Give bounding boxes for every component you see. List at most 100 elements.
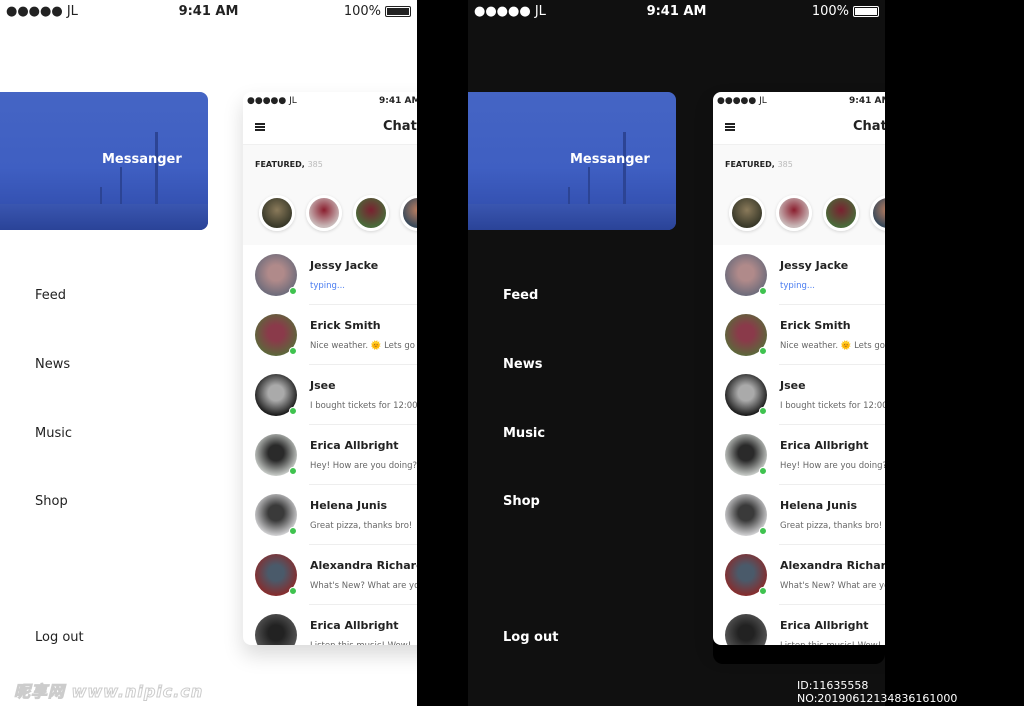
- clock: 9:41 AM: [178, 3, 239, 19]
- story-avatar[interactable]: [776, 195, 812, 231]
- avatar: [725, 254, 767, 296]
- menu-item-news[interactable]: News: [35, 357, 70, 372]
- app-title: Messanger: [570, 152, 650, 167]
- light-theme-panel: ●●●●● JL 9:41 AM 100% Messanger Feed News M…: [0, 0, 417, 706]
- chat-list-item[interactable]: Alexandra Richard What's New? What are yo…: [713, 545, 885, 605]
- clock: 9:41 AM: [379, 95, 417, 106]
- last-message: Listen this music! Wow!: [310, 641, 411, 645]
- featured-count: 385: [307, 160, 323, 169]
- contact-name: Jessy Jacke: [780, 259, 849, 272]
- contact-name: Alexandra Richard: [780, 559, 885, 572]
- avatar: [725, 374, 767, 416]
- profile-banner[interactable]: Messanger: [0, 92, 208, 230]
- avatar: [255, 554, 297, 596]
- avatar: [255, 254, 297, 296]
- contact-name: Jessy Jacke: [310, 259, 379, 272]
- last-message: I bought tickets for 12:00: [780, 401, 885, 411]
- online-indicator: [289, 407, 297, 415]
- chat-phone-preview: ●●●●● JL 9:41 AM Chat FEATURED, 385 Jessy…: [713, 92, 885, 645]
- last-message: typing...: [780, 281, 816, 291]
- profile-banner[interactable]: Messanger: [468, 92, 676, 230]
- dark-theme-panel: ●●●●● JL 9:41 AM 100% Messanger Feed News M…: [468, 0, 885, 706]
- chat-list-item[interactable]: Erica Allbright Listen this music! Wow!: [243, 605, 417, 645]
- last-message: Great pizza, thanks bro!: [310, 521, 413, 531]
- online-indicator: [289, 467, 297, 475]
- menu-item-music[interactable]: Music: [35, 426, 72, 441]
- last-message: Great pizza, thanks bro!: [780, 521, 883, 531]
- avatar: [255, 494, 297, 536]
- online-indicator: [289, 287, 297, 295]
- last-message: Listen this music! Wow!: [780, 641, 881, 645]
- featured-section: FEATURED, 385: [713, 145, 885, 245]
- featured-section: FEATURED, 385: [243, 145, 417, 245]
- chat-list-item[interactable]: Erick Smith Nice weather. 🌞 Lets go: [243, 305, 417, 365]
- status-bar: ●●●●● JL 9:41 AM 100%: [0, 0, 417, 22]
- last-message: Hey! How are you doing?: [310, 461, 417, 471]
- menu-item-music[interactable]: Music: [503, 426, 545, 441]
- contact-name: Helena Junis: [780, 499, 858, 512]
- phone-status-bar: ●●●●● JL 9:41 AM: [713, 92, 885, 109]
- contact-name: Alexandra Richard: [310, 559, 417, 572]
- featured-label: FEATURED,: [725, 160, 775, 169]
- story-avatar[interactable]: [400, 195, 417, 231]
- menu-item-news[interactable]: News: [503, 357, 542, 372]
- contact-name: Jsee: [780, 379, 806, 392]
- online-indicator: [759, 527, 767, 535]
- app-title: Messanger: [102, 152, 182, 167]
- chat-list-item[interactable]: Jsee I bought tickets for 12:00: [713, 365, 885, 425]
- clock: 9:41 AM: [849, 95, 885, 106]
- chat-list-item[interactable]: Helena Junis Great pizza, thanks bro!: [243, 485, 417, 545]
- chat-list-item[interactable]: Jessy Jacke typing...: [713, 245, 885, 305]
- online-indicator: [759, 407, 767, 415]
- chat-list-item[interactable]: Jessy Jacke typing...: [243, 245, 417, 305]
- chat-list-item[interactable]: Helena Junis Great pizza, thanks bro!: [713, 485, 885, 545]
- logout-button[interactable]: Log out: [35, 630, 84, 645]
- contact-name: Jsee: [310, 379, 336, 392]
- hamburger-menu-icon[interactable]: [255, 122, 265, 131]
- last-message: I bought tickets for 12:00: [310, 401, 417, 411]
- story-avatar[interactable]: [353, 195, 389, 231]
- chat-list-item[interactable]: Erica Allbright Hey! How are you doing?: [713, 425, 885, 485]
- chat-list-item[interactable]: Jsee I bought tickets for 12:00: [243, 365, 417, 425]
- contact-name: Helena Junis: [310, 499, 388, 512]
- story-avatar[interactable]: [259, 195, 295, 231]
- avatar: [725, 614, 767, 645]
- contact-name: Erick Smith: [780, 319, 851, 332]
- chat-list-item[interactable]: Erica Allbright Listen this music! Wow!: [713, 605, 885, 645]
- clock: 9:41 AM: [646, 3, 707, 19]
- online-indicator: [759, 347, 767, 355]
- last-message: What's New? What are you: [780, 581, 885, 591]
- chat-title: Chat: [853, 119, 885, 134]
- avatar: [725, 554, 767, 596]
- menu-item-shop[interactable]: Shop: [35, 494, 68, 509]
- chat-header: Chat: [713, 109, 885, 145]
- contact-name: Erica Allbright: [310, 619, 399, 632]
- story-avatar[interactable]: [729, 195, 765, 231]
- featured-count: 385: [777, 160, 793, 169]
- avatar: [255, 314, 297, 356]
- last-message: Nice weather. 🌞 Lets go: [310, 341, 415, 351]
- banner-ground: [468, 204, 676, 230]
- menu-item-shop[interactable]: Shop: [503, 494, 540, 509]
- story-avatar[interactable]: [306, 195, 342, 231]
- story-avatar[interactable]: [870, 195, 885, 231]
- hamburger-menu-icon[interactable]: [725, 122, 735, 131]
- contact-name: Erica Allbright: [310, 439, 399, 452]
- status-bar: ●●●●● JL 9:41 AM 100%: [468, 0, 885, 22]
- avatar: [255, 434, 297, 476]
- online-indicator: [289, 587, 297, 595]
- watermark-logo: 昵享网 www.nipic.cn: [13, 682, 204, 702]
- last-message: What's New? What are you: [310, 581, 417, 591]
- menu-item-feed[interactable]: Feed: [503, 288, 538, 303]
- chat-list-item[interactable]: Alexandra Richard What's New? What are yo…: [243, 545, 417, 605]
- chat-title: Chat: [383, 119, 417, 134]
- logout-button[interactable]: Log out: [503, 630, 558, 645]
- carrier: ●●●●● JL: [717, 95, 767, 106]
- menu-item-feed[interactable]: Feed: [35, 288, 66, 303]
- contact-name: Erica Allbright: [780, 439, 869, 452]
- avatar: [725, 494, 767, 536]
- chat-list-item[interactable]: Erica Allbright Hey! How are you doing?: [243, 425, 417, 485]
- chat-list-item[interactable]: Erick Smith Nice weather. 🌞 Lets go: [713, 305, 885, 365]
- story-avatar[interactable]: [823, 195, 859, 231]
- contact-name: Erick Smith: [310, 319, 381, 332]
